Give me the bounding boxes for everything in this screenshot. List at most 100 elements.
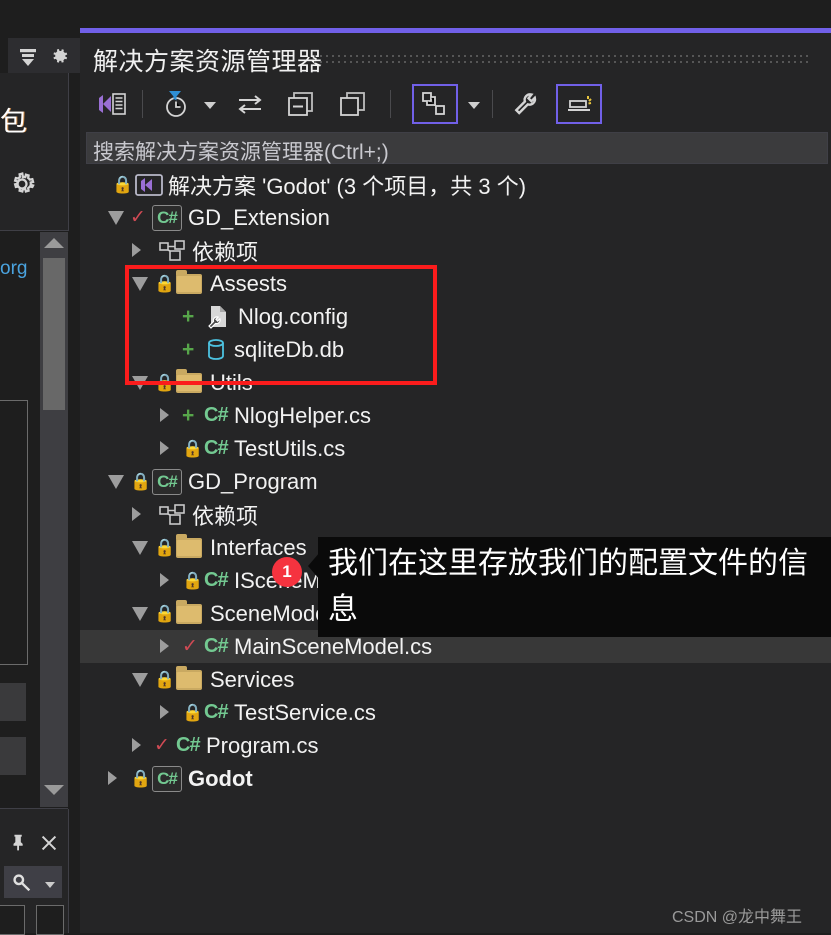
scroll-up-arrow-icon[interactable] <box>44 238 64 248</box>
twisty-collapsed-icon[interactable] <box>160 441 169 455</box>
preview-selected-icon[interactable] <box>556 84 602 124</box>
lock-icon: 🔒 <box>154 603 176 623</box>
folder-icon <box>176 599 202 624</box>
twisty-collapsed-icon[interactable] <box>132 243 141 257</box>
lock-icon: 🔒 <box>130 768 152 788</box>
twisty-expanded-icon[interactable] <box>132 607 148 621</box>
csharp-file-icon: C# <box>176 734 201 756</box>
left-footer-box <box>36 905 64 935</box>
chevron-down-icon[interactable] <box>468 102 480 109</box>
lock-icon: 🔒 <box>154 669 176 689</box>
new-folder-icon[interactable] <box>330 84 376 124</box>
twisty-collapsed-icon[interactable] <box>160 408 169 422</box>
tree-row[interactable]: 🔒 C# GD_Program <box>80 465 831 498</box>
tree-row-label: Interfaces <box>210 534 307 560</box>
tree-row[interactable]: 🔒 Services <box>80 663 831 696</box>
tree-row-label: Godot <box>188 765 253 791</box>
csharp-file-icon: C# <box>204 404 229 426</box>
lock-icon: 🔒 <box>182 438 204 458</box>
show-all-files-icon[interactable] <box>412 84 458 124</box>
lock-icon: 🔒 <box>154 537 176 557</box>
chevron-down-icon[interactable] <box>204 102 216 109</box>
twisty-expanded-icon[interactable] <box>132 673 148 687</box>
twisty-collapsed-icon[interactable] <box>132 738 141 752</box>
pending-changes-icon[interactable] <box>152 84 200 124</box>
collapse-all-icon[interactable] <box>278 84 324 124</box>
tree-row-label: TestUtils.cs <box>234 435 346 461</box>
csharp-project-icon: C# <box>152 765 182 792</box>
left-background-panel: 包 org <box>0 0 80 935</box>
csharp-project-icon: C# <box>152 204 182 231</box>
toolbar-separator <box>492 90 493 118</box>
tree-row-label: MainSceneModel.cs <box>234 633 433 659</box>
tree-row[interactable]: 依赖项 <box>80 234 831 267</box>
twisty-collapsed-icon[interactable] <box>160 573 169 587</box>
sync-with-editor-icon[interactable] <box>228 84 272 124</box>
tooltip-text: 我们在这里存放我们的配置文件的信息 <box>328 547 808 626</box>
left-org-link[interactable]: org <box>0 258 27 280</box>
toolbar-separator <box>142 90 143 118</box>
annotation-badge-1: 1 <box>272 557 302 587</box>
tree-row-label: 依赖项 <box>192 503 259 529</box>
checkmark-icon: ✓ <box>154 735 170 756</box>
panel-title: 解决方案资源管理器 <box>93 48 323 76</box>
properties-icon[interactable] <box>504 84 548 124</box>
twisty-collapsed-icon[interactable] <box>108 771 117 785</box>
dependencies-icon <box>158 503 188 527</box>
home-view-icon[interactable] <box>90 84 134 124</box>
csharp-file-icon: C# <box>204 701 229 723</box>
tree-row[interactable]: 依赖项 <box>80 498 831 531</box>
lock-icon: 🔒 <box>112 174 134 194</box>
annotation-tooltip: 我们在这里存放我们的配置文件的信息 <box>318 537 831 637</box>
tree-row[interactable]: 🔒 解决方案 'Godot' (3 个项目，共 3 个) <box>80 168 831 201</box>
twisty-collapsed-icon[interactable] <box>160 705 169 719</box>
twisty-collapsed-icon[interactable] <box>160 639 169 653</box>
tree-row-label: GD_Program <box>188 468 318 494</box>
tree-row-label: GD_Extension <box>188 204 330 230</box>
solution-icon <box>134 172 164 198</box>
tree-row[interactable]: 🔒 C# TestUtils.cs <box>80 432 831 465</box>
csharp-project-icon: C# <box>152 468 182 495</box>
gear-icon[interactable] <box>47 44 71 73</box>
solution-explorer-toolbar <box>80 78 831 130</box>
key-search-icon[interactable] <box>10 872 34 899</box>
checkmark-icon: ✓ <box>182 636 198 657</box>
lock-icon: 🔒 <box>182 702 204 722</box>
left-package-label: 包 <box>0 107 27 137</box>
chevron-down-icon[interactable] <box>45 882 55 888</box>
left-list-item[interactable] <box>0 737 26 775</box>
filter-down-icon[interactable] <box>16 44 40 73</box>
tree-row[interactable]: ✓ C# GD_Extension <box>80 201 831 234</box>
lock-icon: 🔒 <box>130 471 152 491</box>
pin-icon[interactable] <box>8 832 30 859</box>
left-toolbar-row <box>8 38 80 73</box>
toolbar-separator <box>390 90 391 118</box>
left-nuget-panel <box>0 73 69 231</box>
twisty-expanded-icon[interactable] <box>108 211 124 225</box>
left-list-item[interactable] <box>0 683 26 721</box>
close-icon[interactable] <box>38 832 60 859</box>
tree-row-label: 解决方案 'Godot' (3 个项目，共 3 个) <box>168 173 527 199</box>
csharp-file-icon: C# <box>204 569 229 591</box>
tree-row[interactable]: 🔒 C# Godot <box>80 762 831 795</box>
scroll-down-arrow-icon[interactable] <box>44 785 64 795</box>
gear-icon[interactable] <box>4 166 40 207</box>
twisty-expanded-icon[interactable] <box>108 475 124 489</box>
twisty-collapsed-icon[interactable] <box>132 507 141 521</box>
titlebar-grip[interactable] <box>312 53 812 67</box>
tree-row-label: Program.cs <box>206 732 319 758</box>
added-icon: + <box>182 403 195 427</box>
twisty-expanded-icon[interactable] <box>132 541 148 555</box>
tree-row-label: Services <box>210 666 295 692</box>
tree-row[interactable]: ✓ C# Program.cs <box>80 729 831 762</box>
solution-explorer-titlebar: 解决方案资源管理器 <box>80 33 831 78</box>
tree-row[interactable]: + C# NlogHelper.cs <box>80 399 831 432</box>
left-scrollbar-thumb[interactable] <box>43 258 65 410</box>
highlight-box-assests <box>125 265 437 385</box>
tree-row[interactable]: 🔒 C# TestService.cs <box>80 696 831 729</box>
folder-icon <box>176 533 202 558</box>
left-footer-box <box>0 905 25 935</box>
search-input[interactable]: 搜索解决方案资源管理器(Ctrl+;) <box>86 132 828 164</box>
checkmark-icon: ✓ <box>130 207 146 228</box>
folder-icon <box>176 665 202 690</box>
